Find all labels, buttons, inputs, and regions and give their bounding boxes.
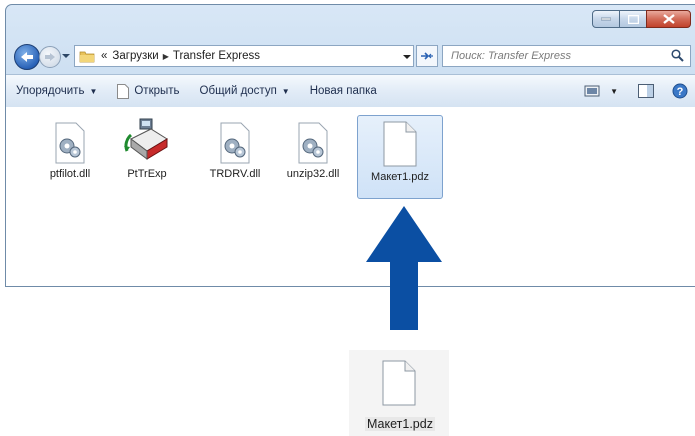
- preview-pane-icon[interactable]: [638, 84, 654, 98]
- open-file-icon: [117, 83, 130, 99]
- blank-file-icon: [382, 360, 416, 406]
- file-item-ptfilot[interactable]: ptfilot.dll: [32, 115, 108, 191]
- breadcrumb-downloads[interactable]: Загрузки: [112, 50, 158, 62]
- file-list: ptfilot.dll PtTrExp TRDRV.dll unzip32.dl…: [6, 107, 695, 286]
- dragged-file-maket1[interactable]: Макет1.pdz: [349, 350, 449, 436]
- maximize-button[interactable]: [619, 10, 647, 28]
- organize-dropdown-icon: ▼: [89, 86, 98, 96]
- caption-buttons: [592, 10, 691, 28]
- minimize-button[interactable]: [592, 10, 620, 28]
- forward-button[interactable]: [39, 46, 61, 68]
- file-item-pttrexp[interactable]: PtTrExp: [109, 115, 185, 191]
- address-bar[interactable]: « Загрузки ▶ Transfer Express: [74, 45, 414, 67]
- organize-menu[interactable]: Упорядочить ▼: [6, 85, 107, 97]
- dll-gear-icon: [298, 122, 328, 164]
- file-name: Макет1.pdz: [370, 171, 430, 183]
- file-name: ptfilot.dll: [49, 168, 91, 180]
- app-printer-icon: [124, 118, 168, 160]
- recent-pages-dropdown[interactable]: [62, 50, 70, 62]
- back-button[interactable]: [14, 44, 40, 70]
- refresh-button[interactable]: [416, 45, 438, 67]
- search-icon[interactable]: [671, 49, 684, 65]
- breadcrumb-overflow[interactable]: «: [101, 50, 107, 62]
- dll-gear-icon: [220, 122, 250, 164]
- open-label: Открыть: [134, 85, 180, 97]
- search-input[interactable]: Поиск: Transfer Express: [442, 45, 691, 67]
- new-folder-button[interactable]: Новая папка: [300, 85, 387, 97]
- blank-file-icon: [383, 121, 417, 167]
- file-item-unzip32[interactable]: unzip32.dll: [275, 115, 351, 191]
- organize-label: Упорядочить: [16, 85, 85, 97]
- forward-arrow-icon: [45, 53, 55, 61]
- upload-arrow-icon: [366, 206, 442, 330]
- svg-text:?: ?: [677, 86, 684, 98]
- open-button[interactable]: Открыть: [107, 83, 189, 99]
- refresh-icon: [421, 52, 433, 60]
- share-menu[interactable]: Общий доступ ▼: [190, 85, 300, 97]
- navigation-bar: « Загрузки ▶ Transfer Express Поиск: Tra…: [6, 41, 695, 70]
- share-dropdown-icon: ▼: [281, 86, 290, 96]
- address-dropdown-icon[interactable]: [403, 51, 411, 63]
- file-item-trdrv[interactable]: TRDRV.dll: [197, 115, 273, 191]
- search-placeholder: Поиск: Transfer Express: [451, 50, 571, 62]
- file-name: PtTrExp: [127, 168, 167, 180]
- dragged-file-name: Макет1.pdz: [365, 417, 435, 431]
- explorer-window: « Загрузки ▶ Transfer Express Поиск: Tra…: [5, 4, 695, 287]
- view-controls: ▼ ?: [584, 83, 688, 99]
- help-icon[interactable]: ?: [672, 83, 688, 99]
- change-view-icon[interactable]: [584, 85, 600, 97]
- breadcrumb-transfer-express[interactable]: Transfer Express: [173, 50, 260, 62]
- file-item-maket1[interactable]: Макет1.pdz: [357, 115, 443, 199]
- close-button[interactable]: [646, 10, 691, 28]
- dll-gear-icon: [55, 122, 85, 164]
- folder-icon: [79, 49, 95, 63]
- command-bar: Упорядочить ▼ Открыть Общий доступ ▼ Нов…: [6, 74, 695, 107]
- file-name: TRDRV.dll: [209, 168, 261, 180]
- file-name: unzip32.dll: [286, 168, 340, 180]
- breadcrumb-separator-icon[interactable]: ▶: [163, 52, 169, 61]
- new-folder-label: Новая папка: [309, 85, 377, 97]
- share-label: Общий доступ: [199, 85, 277, 97]
- back-arrow-icon: [21, 52, 33, 62]
- view-dropdown-icon[interactable]: ▼: [610, 87, 618, 96]
